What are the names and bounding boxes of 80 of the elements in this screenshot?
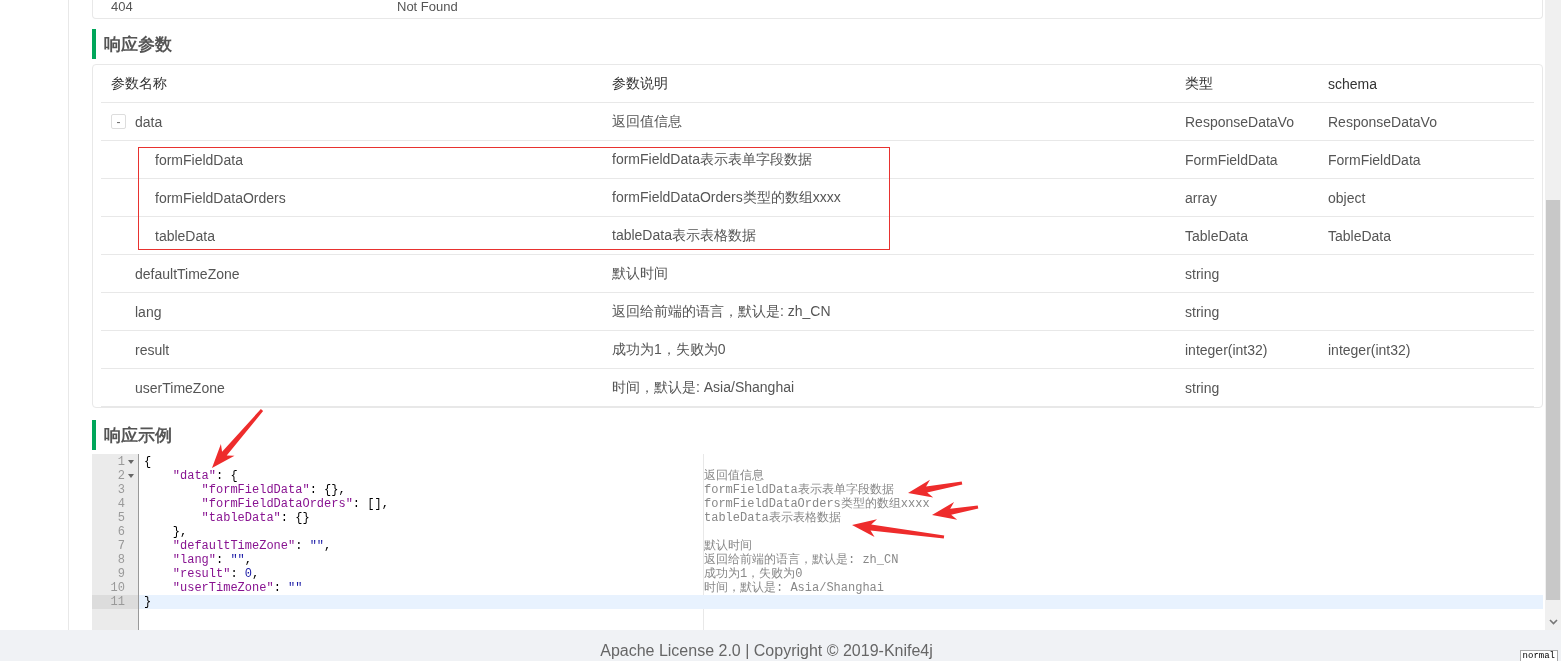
- param-schema: FormFieldData: [1328, 151, 1421, 168]
- line-number: 7: [117, 539, 125, 553]
- code-line: "result": 0,: [171, 567, 260, 581]
- param-name: formFieldDataOrders: [155, 189, 286, 206]
- title-accent-bar: [92, 29, 96, 59]
- param-schema: integer(int32): [1328, 341, 1411, 358]
- arrow-annotation: [212, 409, 264, 468]
- param-schema: TableData: [1328, 227, 1392, 244]
- param-description: 返回值信息: [612, 112, 682, 131]
- mode-label: normal: [1519, 650, 1558, 661]
- param-type: string: [1185, 303, 1220, 320]
- footer-text: Apache License 2.0 | Copyright © 2019-Knife4j: [600, 641, 933, 661]
- arrow-annotation: [908, 479, 963, 498]
- code-line: "userTimeZone": "": [171, 581, 303, 595]
- scrollbar[interactable]: [1545, 0, 1561, 630]
- param-type: string: [1185, 265, 1220, 282]
- field-comment: formFieldData表示表单字段数据: [704, 483, 894, 497]
- field-comment: 成功为1，失败为0: [704, 567, 803, 581]
- column-header: 参数名称: [111, 74, 167, 93]
- param-description: tableData表示表格数据: [612, 226, 756, 245]
- fold-caret-icon[interactable]: [128, 474, 134, 478]
- code-line: "lang": "",: [171, 553, 253, 567]
- line-number: 11: [110, 595, 125, 609]
- section-title: 响应参数: [104, 33, 172, 56]
- param-type: ResponseDataVo: [1185, 113, 1294, 130]
- param-description: 成功为1，失败为0: [612, 340, 726, 359]
- param-description: formFieldDataOrders类型的数组xxxx: [612, 188, 841, 207]
- status-code: 404: [111, 0, 134, 14]
- field-comment: 返回值信息: [704, 469, 764, 483]
- param-type: array: [1185, 189, 1217, 206]
- title-accent-bar: [92, 420, 96, 450]
- param-name: data: [135, 113, 163, 130]
- field-comment: 默认时间: [704, 539, 752, 553]
- code-line: "data": {: [171, 469, 238, 483]
- param-name: tableData: [155, 227, 215, 244]
- status-message: Not Found: [397, 0, 459, 14]
- field-comment: tableData表示表格数据: [704, 511, 841, 525]
- param-type: FormFieldData: [1185, 151, 1278, 168]
- param-description: 默认时间: [612, 264, 668, 283]
- param-type: TableData: [1185, 227, 1249, 244]
- param-description: 时间，默认是: Asia/Shanghai: [612, 378, 795, 397]
- line-number: 2: [117, 469, 125, 483]
- code-line: "formFieldDataOrders": [],: [200, 497, 389, 511]
- line-number: 8: [117, 553, 125, 567]
- param-description: formFieldData表示表单字段数据: [612, 150, 812, 169]
- param-name: result: [135, 341, 170, 358]
- code-line: "formFieldData": {},: [200, 483, 346, 497]
- line-number: 10: [110, 581, 125, 595]
- line-number: 3: [117, 483, 125, 497]
- line-number: 9: [117, 567, 125, 581]
- param-type: integer(int32): [1185, 341, 1268, 358]
- section-title: 响应示例: [104, 424, 172, 447]
- param-schema: object: [1328, 189, 1366, 206]
- param-description: 返回给前端的语言，默认是: zh_CN: [612, 302, 831, 321]
- param-schema: ResponseDataVo: [1328, 113, 1437, 130]
- chevron-down-icon[interactable]: [1548, 619, 1558, 625]
- line-number: 5: [117, 511, 125, 525]
- param-name: formFieldData: [155, 151, 243, 168]
- column-header: 类型: [1185, 74, 1213, 93]
- column-header: schema: [1328, 75, 1378, 92]
- code-editor[interactable]: [92, 454, 1543, 630]
- column-header: 参数说明: [612, 74, 668, 93]
- code-line: "tableData": {}: [200, 511, 310, 525]
- line-number: 4: [117, 497, 125, 511]
- code-line: {: [144, 455, 152, 469]
- param-name: lang: [135, 303, 162, 320]
- code-line: "defaultTimeZone": "",: [171, 539, 332, 553]
- param-name: defaultTimeZone: [135, 265, 240, 282]
- code-line: }: [144, 595, 152, 609]
- line-number: 6: [117, 525, 125, 539]
- param-name: userTimeZone: [135, 379, 225, 396]
- line-number: 1: [117, 455, 125, 469]
- param-type: string: [1185, 379, 1220, 396]
- fold-caret-icon[interactable]: [128, 460, 134, 464]
- code-line: },: [171, 525, 188, 539]
- collapse-toggle[interactable]: -: [111, 114, 126, 129]
- field-comment: 时间，默认是: Asia/Shanghai: [704, 581, 885, 595]
- field-comment: 返回给前端的语言，默认是: zh_CN: [704, 553, 899, 567]
- field-comment: formFieldDataOrders类型的数组xxxx: [704, 497, 930, 511]
- scrollbar-thumb[interactable]: [1546, 200, 1560, 600]
